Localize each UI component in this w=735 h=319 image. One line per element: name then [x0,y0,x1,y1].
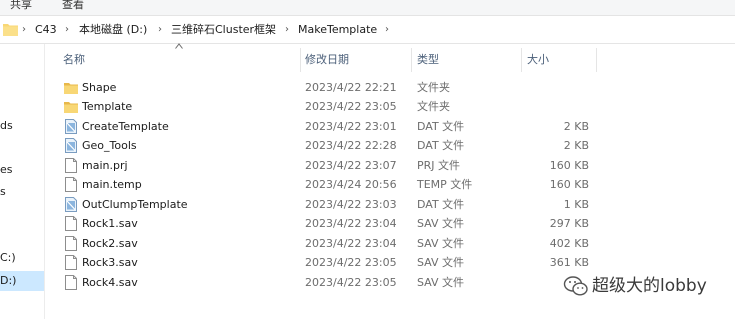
file-row[interactable]: Shape 2023/4/22 22:21 文件夹 [48,78,608,97]
dat-file-icon [64,119,78,134]
breadcrumb-separator-icon[interactable]: › [158,22,162,38]
ribbon-tab-view[interactable]: 查看 [62,0,84,12]
file-type: SAV 文件 [417,276,465,289]
file-row[interactable]: Rock4.sav 2023/4/22 23:05 SAV 文件 [48,273,608,292]
folder-icon [64,99,78,114]
file-row[interactable]: Geo_Tools 2023/4/22 22:28 DAT 文件 2 KB [48,136,608,155]
file-type: SAV 文件 [417,237,465,250]
file-size: 361 KB [549,256,589,269]
nav-item-1[interactable]: ds [0,116,44,136]
column-header-name[interactable]: 名称 [63,48,85,72]
file-row[interactable]: Rock2.sav 2023/4/22 23:04 SAV 文件 402 KB [48,234,608,253]
ribbon-tab-share[interactable]: 共享 [10,0,32,12]
file-name: Rock3.sav [82,256,138,269]
file-type: DAT 文件 [417,139,465,152]
file-size: 2 KB [563,139,589,152]
file-date-modified: 2023/4/22 23:01 [305,120,397,133]
wechat-icon [563,276,588,296]
file-icon [64,255,78,270]
column-header-size[interactable]: 大小 [527,48,549,72]
file-icon [64,275,78,290]
file-name: CreateTemplate [82,120,169,133]
file-date-modified: 2023/4/22 23:04 [305,217,397,230]
file-size [524,97,589,116]
folder-icon [3,24,18,36]
file-date-modified: 2023/4/22 22:28 [305,139,397,152]
file-name: OutClumpTemplate [82,198,188,211]
breadcrumb-separator-icon[interactable]: › [385,22,389,38]
watermark-text: 超级大的lobby [592,276,707,296]
column-header-type[interactable]: 类型 [417,48,439,72]
breadcrumb-cluster-framework[interactable]: 三维碎石Cluster框架 [171,22,276,38]
file-date-modified: 2023/4/22 23:05 [305,256,397,269]
column-divider[interactable] [300,48,301,72]
file-size [524,78,589,97]
breadcrumb-separator-icon[interactable]: › [285,22,289,38]
file-size: 297 KB [549,217,589,230]
breadcrumb-maketemplate[interactable]: MakeTemplate [298,22,377,38]
file-type: SAV 文件 [417,256,465,269]
file-type: 文件夹 [417,81,450,94]
column-divider[interactable] [411,48,412,72]
file-row[interactable]: Template 2023/4/22 23:05 文件夹 [48,97,608,116]
file-row[interactable]: main.prj 2023/4/22 23:07 PRJ 文件 160 KB [48,156,608,175]
file-date-modified: 2023/4/22 23:03 [305,198,397,211]
column-divider[interactable] [596,48,597,72]
breadcrumb-drive-d[interactable]: 本地磁盘 (D:) [79,22,147,38]
file-name: main.temp [82,178,142,191]
nav-item-drive-d[interactable]: D:) [0,271,44,291]
file-row[interactable]: OutClumpTemplate 2023/4/22 23:03 DAT 文件 1 K… [48,195,608,214]
file-icon [64,236,78,251]
folder-icon [64,80,78,95]
breadcrumb-separator-icon[interactable]: › [65,22,69,38]
file-date-modified: 2023/4/22 23:05 [305,100,397,113]
file-name: Rock4.sav [82,276,138,289]
nav-item-drive-c[interactable]: C:) [0,248,44,268]
ribbon [0,0,735,16]
file-icon [64,177,78,192]
file-type: SAV 文件 [417,217,465,230]
file-size: 2 KB [563,120,589,133]
sort-up-icon [175,43,183,49]
file-name: Geo_Tools [82,139,137,152]
file-icon [64,216,78,231]
file-row[interactable]: Rock3.sav 2023/4/22 23:05 SAV 文件 361 KB [48,253,608,272]
nav-item-2[interactable]: es [0,160,44,180]
file-size: 1 KB [563,198,589,211]
file-icon [64,158,78,173]
file-size: 160 KB [549,178,589,191]
file-date-modified: 2023/4/24 20:56 [305,178,397,191]
file-row[interactable]: main.temp 2023/4/24 20:56 TEMP 文件 160 KB [48,175,608,194]
file-size: 160 KB [549,159,589,172]
file-name: Rock2.sav [82,237,138,250]
file-type: 文件夹 [417,100,450,113]
file-type: DAT 文件 [417,120,465,133]
file-name: main.prj [82,159,128,172]
file-date-modified: 2023/4/22 22:21 [305,81,397,94]
column-divider[interactable] [521,48,522,72]
file-row[interactable]: Rock1.sav 2023/4/22 23:04 SAV 文件 297 KB [48,214,608,233]
file-size: 402 KB [549,237,589,250]
file-date-modified: 2023/4/22 23:05 [305,276,397,289]
breadcrumb-c43[interactable]: C43 [35,22,57,38]
dat-file-icon [64,197,78,212]
dat-file-icon [64,138,78,153]
breadcrumb-separator-icon[interactable]: › [22,22,26,38]
file-type: PRJ 文件 [417,159,461,172]
column-header-date[interactable]: 修改日期 [305,48,349,72]
navigation-pane: ds es s C:) D:) [0,44,45,319]
file-row[interactable]: CreateTemplate 2023/4/22 23:01 DAT 文件 2 KB [48,117,608,136]
file-name: Shape [82,81,117,94]
file-type: DAT 文件 [417,198,465,211]
file-name: Template [82,100,133,113]
file-type: TEMP 文件 [417,178,473,191]
file-name: Rock1.sav [82,217,138,230]
file-date-modified: 2023/4/22 23:04 [305,237,397,250]
file-date-modified: 2023/4/22 23:07 [305,159,397,172]
nav-item-3[interactable]: s [0,182,44,202]
